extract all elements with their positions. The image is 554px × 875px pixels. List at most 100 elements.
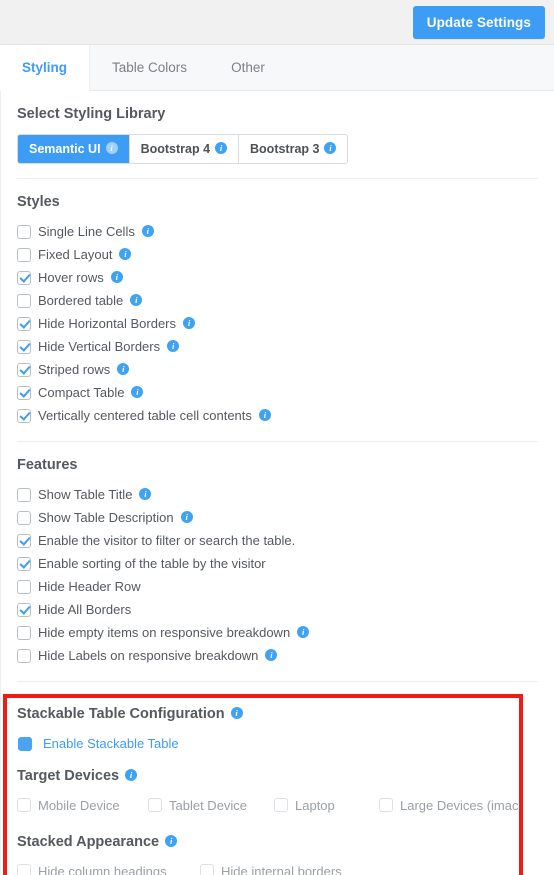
info-icon[interactable]: i <box>167 339 180 352</box>
update-settings-button[interactable]: Update Settings <box>412 5 545 39</box>
info-icon[interactable]: i <box>105 142 118 154</box>
checkbox-hide-header-row[interactable]: Hide Header Row <box>17 575 538 598</box>
info-icon[interactable]: i <box>180 510 193 523</box>
checkbox-label: Enable the visitor to filter or search t… <box>38 533 296 548</box>
settings-panel: Select Styling Library Semantic UI i Boo… <box>0 91 554 875</box>
tab-styling-label: Styling <box>22 60 68 75</box>
checkbox-icon[interactable] <box>17 408 31 423</box>
checkbox-icon[interactable] <box>17 293 31 308</box>
checkbox-label: Enable sorting of the table by the visit… <box>38 556 266 571</box>
checkbox-hover-rows[interactable]: Hover rows i <box>17 266 538 289</box>
checkbox-hide-all-borders[interactable]: Hide All Borders <box>17 598 538 621</box>
checkbox-label: Show Table Title <box>38 487 133 502</box>
checkbox-icon[interactable] <box>17 556 31 571</box>
checkbox-icon[interactable] <box>17 339 31 354</box>
info-icon[interactable]: i <box>119 247 132 260</box>
checkbox-bordered-table[interactable]: Bordered table i <box>17 289 538 312</box>
tab-table-colors[interactable]: Table Colors <box>90 45 210 90</box>
checkbox-icon[interactable] <box>17 579 31 594</box>
info-icon[interactable]: i <box>125 769 138 781</box>
checkbox-label: Show Table Description <box>38 510 174 525</box>
info-icon[interactable]: i <box>183 316 196 329</box>
stacked-appearance-heading: Stacked Appearance i <box>17 818 538 858</box>
checkbox-label: Hide All Borders <box>38 602 132 617</box>
checkbox-icon[interactable] <box>17 602 31 617</box>
info-icon[interactable]: i <box>110 270 123 283</box>
checkbox-icon[interactable] <box>274 798 288 812</box>
checkbox-enable-sorting[interactable]: Enable sorting of the table by the visit… <box>17 552 538 575</box>
checkbox-icon[interactable] <box>17 798 31 812</box>
checkbox-hide-empty-items[interactable]: Hide empty items on responsive breakdown… <box>17 621 538 644</box>
checkbox-icon[interactable] <box>200 864 214 875</box>
checkbox-show-table-description[interactable]: Show Table Description i <box>17 506 538 529</box>
styles-heading: Styles <box>17 194 60 210</box>
checkbox-label: Hide empty items on responsive breakdown <box>38 625 291 640</box>
checkbox-hide-vertical-borders[interactable]: Hide Vertical Borders i <box>17 335 538 358</box>
checkbox-hide-horizontal-borders[interactable]: Hide Horizontal Borders i <box>17 312 538 335</box>
library-option-semantic-ui[interactable]: Semantic UI i <box>18 135 130 163</box>
checkbox-icon[interactable] <box>17 316 31 331</box>
checkbox-icon[interactable] <box>17 487 31 502</box>
library-option-bootstrap-4-label: Bootstrap 4 <box>140 142 211 156</box>
checkbox-icon[interactable] <box>18 736 32 751</box>
tab-styling[interactable]: Styling <box>0 45 91 91</box>
checkbox-icon[interactable] <box>17 270 31 285</box>
checkbox-fixed-layout[interactable]: Fixed Layout i <box>17 243 538 266</box>
checkbox-show-table-title[interactable]: Show Table Title i <box>17 483 538 506</box>
checkbox-label: Laptop <box>295 797 335 813</box>
checkbox-icon[interactable] <box>17 864 31 875</box>
checkbox-icon[interactable] <box>17 648 31 663</box>
info-icon[interactable]: i <box>265 648 278 661</box>
tab-other[interactable]: Other <box>209 45 287 90</box>
info-icon[interactable]: i <box>130 293 143 306</box>
checkbox-striped-rows[interactable]: Striped rows i <box>17 358 538 381</box>
stackable-heading-label: Stackable Table Configuration <box>17 706 225 722</box>
checkbox-laptop[interactable]: Laptop <box>274 798 379 813</box>
checkbox-large-devices[interactable]: Large Devices (imac) <box>379 798 523 813</box>
checkbox-label: Hide Horizontal Borders <box>38 316 177 331</box>
checkbox-vertically-centered-cells[interactable]: Vertically centered table cell contents … <box>17 404 538 427</box>
info-icon[interactable]: i <box>297 625 310 638</box>
checkbox-icon[interactable] <box>17 247 31 262</box>
tab-other-label: Other <box>231 60 265 75</box>
checkbox-enable-filter-search[interactable]: Enable the visitor to filter or search t… <box>17 529 538 552</box>
styling-library-heading: Select Styling Library <box>17 106 166 122</box>
checkbox-enable-stackable-table[interactable]: Enable Stackable Table <box>18 732 538 755</box>
checkbox-mobile-device[interactable]: Mobile Device <box>17 798 148 813</box>
info-icon[interactable]: i <box>131 385 144 398</box>
checkbox-hide-labels-responsive[interactable]: Hide Labels on responsive breakdown i <box>17 644 538 667</box>
info-icon[interactable]: i <box>258 408 271 421</box>
checkbox-single-line-cells[interactable]: Single Line Cells i <box>17 220 538 243</box>
info-icon[interactable]: i <box>215 142 228 154</box>
checkbox-label: Tablet Device <box>169 797 248 813</box>
checkbox-hide-column-headings[interactable]: Hide column headings <box>17 864 200 875</box>
checkbox-icon[interactable] <box>17 362 31 377</box>
checkbox-compact-table[interactable]: Compact Table i <box>17 381 538 404</box>
info-icon[interactable]: i <box>324 142 337 154</box>
checkbox-tablet-device[interactable]: Tablet Device <box>148 798 274 813</box>
info-icon[interactable]: i <box>117 362 130 375</box>
checkbox-icon[interactable] <box>17 625 31 640</box>
info-icon[interactable]: i <box>139 487 152 500</box>
checkbox-icon[interactable] <box>17 224 31 239</box>
checkbox-label: Large Devices (imac) <box>400 797 523 813</box>
checkbox-label: Fixed Layout <box>38 247 113 262</box>
checkbox-hide-internal-borders[interactable]: Hide internal borders <box>200 864 342 875</box>
features-heading: Features <box>17 457 78 473</box>
stackable-heading: Stackable Table Configuration i <box>17 704 538 732</box>
checkbox-label: Hide Labels on responsive breakdown <box>38 648 259 663</box>
tab-bar: Styling Table Colors Other <box>0 45 554 91</box>
library-option-bootstrap-3[interactable]: Bootstrap 3 i <box>239 135 348 163</box>
checkbox-icon[interactable] <box>148 798 162 812</box>
checkbox-icon[interactable] <box>379 798 393 812</box>
info-icon[interactable]: i <box>165 835 178 847</box>
checkbox-icon[interactable] <box>17 533 31 548</box>
target-devices-heading: Target Devices i <box>17 755 538 792</box>
checkbox-icon[interactable] <box>17 510 31 525</box>
tab-table-colors-label: Table Colors <box>112 60 188 75</box>
checkbox-label: Hide Vertical Borders <box>38 339 161 354</box>
info-icon[interactable]: i <box>230 707 243 719</box>
info-icon[interactable]: i <box>141 224 154 237</box>
library-option-bootstrap-4[interactable]: Bootstrap 4 i <box>129 135 240 163</box>
checkbox-icon[interactable] <box>17 385 31 400</box>
